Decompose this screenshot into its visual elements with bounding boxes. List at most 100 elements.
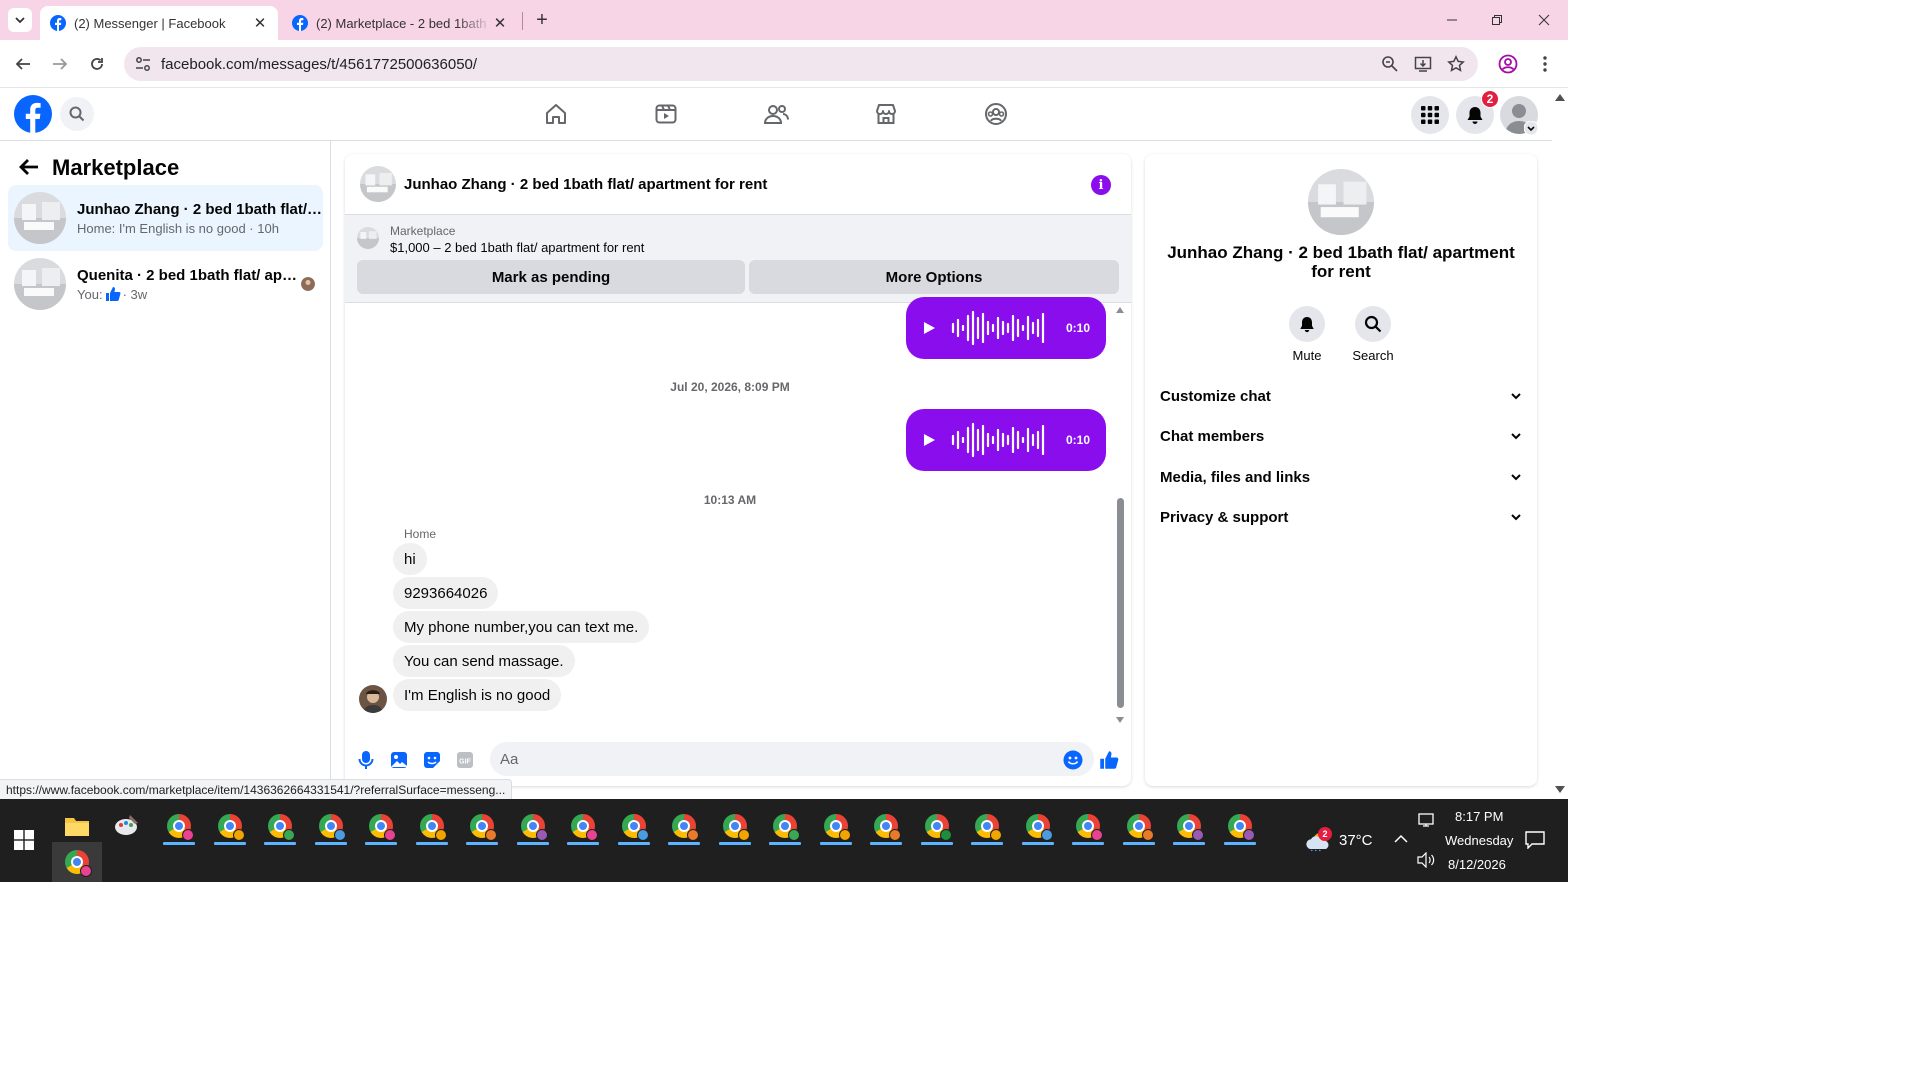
- zoom-icon[interactable]: [1381, 55, 1399, 73]
- notification-center-button[interactable]: [1525, 831, 1545, 849]
- browser-menu-button[interactable]: [1533, 52, 1557, 76]
- listing-thumbnail[interactable]: [357, 227, 379, 249]
- voice-clip-button[interactable]: [355, 749, 377, 771]
- chrome-taskbar-icon[interactable]: [260, 809, 300, 845]
- chrome-taskbar-icon[interactable]: [967, 809, 1007, 845]
- audio-message[interactable]: 0:10: [906, 297, 1106, 359]
- page-scrollbar[interactable]: [1552, 88, 1568, 799]
- chrome-taskbar-icon[interactable]: [1119, 809, 1159, 845]
- close-window-button[interactable]: [1521, 0, 1567, 40]
- chrome-pinned-taskbar-icon[interactable]: [52, 842, 102, 882]
- sender-avatar[interactable]: [359, 685, 387, 713]
- chrome-taskbar-icon[interactable]: [361, 809, 401, 845]
- bookmark-star-icon[interactable]: [1447, 55, 1465, 73]
- play-icon[interactable]: [922, 433, 936, 447]
- nav-marketplace[interactable]: [872, 100, 900, 128]
- chrome-taskbar-icon[interactable]: [462, 809, 502, 845]
- clock-day[interactable]: Wednesday: [1445, 833, 1513, 848]
- gif-button[interactable]: GIF: [454, 749, 476, 771]
- facebook-search-button[interactable]: [60, 97, 94, 131]
- nav-home[interactable]: [542, 100, 570, 128]
- sticker-button[interactable]: [421, 749, 443, 771]
- chat-scrollbar[interactable]: [1114, 303, 1126, 733]
- start-button[interactable]: [14, 830, 34, 850]
- menu-button[interactable]: [1411, 96, 1449, 134]
- conversation-item[interactable]: Junhao Zhang · 2 bed 1bath flat/ apartme…: [8, 185, 323, 251]
- network-icon[interactable]: [1418, 812, 1436, 828]
- chrome-taskbar-icon[interactable]: [917, 809, 957, 845]
- attach-photo-button[interactable]: [388, 749, 410, 771]
- volume-icon[interactable]: [1417, 852, 1435, 868]
- more-options-button[interactable]: More Options: [749, 260, 1119, 294]
- customize-chat-section[interactable]: Customize chat: [1160, 381, 1522, 411]
- mark-as-pending-button[interactable]: Mark as pending: [357, 260, 745, 294]
- incoming-message[interactable]: My phone number,you can text me.: [393, 611, 650, 643]
- nav-friends[interactable]: [762, 100, 790, 128]
- chrome-taskbar-icon[interactable]: [513, 809, 553, 845]
- reload-button[interactable]: [85, 52, 109, 76]
- play-icon[interactable]: [922, 321, 936, 335]
- facebook-logo-icon[interactable]: [14, 95, 52, 133]
- minimize-button[interactable]: [1429, 0, 1475, 40]
- close-tab-icon[interactable]: ✕: [492, 15, 508, 32]
- tab-messenger[interactable]: (2) Messenger | Facebook ✕: [40, 6, 278, 40]
- back-button[interactable]: [11, 52, 35, 76]
- show-hidden-icons-button[interactable]: [1394, 834, 1408, 844]
- close-tab-icon[interactable]: ✕: [252, 15, 268, 32]
- media-files-links-section[interactable]: Media, files and links: [1160, 462, 1522, 492]
- chrome-taskbar-icon[interactable]: [1068, 809, 1108, 845]
- chrome-taskbar-icon[interactable]: [664, 809, 704, 845]
- mute-action[interactable]: Mute: [1277, 306, 1337, 363]
- profile-button[interactable]: [1496, 52, 1520, 76]
- account-chevron-icon[interactable]: [1524, 121, 1538, 135]
- tab-search-button[interactable]: [8, 8, 32, 32]
- search-action[interactable]: Search: [1343, 306, 1403, 363]
- chrome-taskbar-icon[interactable]: [159, 809, 199, 845]
- incoming-message[interactable]: I'm English is no good: [393, 679, 562, 711]
- send-like-button[interactable]: [1098, 749, 1120, 771]
- info-icon[interactable]: i: [1091, 175, 1111, 195]
- message-input[interactable]: Aa: [490, 742, 1094, 776]
- chrome-taskbar-icon[interactable]: [614, 809, 654, 845]
- chat-avatar[interactable]: [360, 166, 396, 202]
- listing-price-title[interactable]: $1,000 – 2 bed 1bath flat/ apartment for…: [390, 240, 644, 255]
- chat-title[interactable]: Junhao Zhang · 2 bed 1bath flat/ apartme…: [404, 176, 767, 193]
- chrome-taskbar-icon[interactable]: [1220, 809, 1260, 845]
- clock-time[interactable]: 8:17 PM: [1455, 809, 1503, 824]
- chat-members-section[interactable]: Chat members: [1160, 421, 1522, 451]
- tab-marketplace[interactable]: (2) Marketplace - 2 bed 1bath flat ✕: [282, 6, 518, 40]
- chrome-taskbar-icon[interactable]: [866, 809, 906, 845]
- paint-taskbar-icon[interactable]: [107, 809, 147, 843]
- audio-message[interactable]: 0:10: [906, 409, 1106, 471]
- conversation-item[interactable]: Quenita · 2 bed 1bath flat/ apartment fo…: [8, 251, 323, 317]
- site-settings-icon[interactable]: [134, 55, 152, 73]
- profile-avatar[interactable]: [1308, 169, 1374, 235]
- listing-label: Marketplace: [390, 224, 456, 238]
- chrome-taskbar-icon[interactable]: [715, 809, 755, 845]
- arrow-left-icon[interactable]: [18, 157, 40, 177]
- clock-date[interactable]: 8/12/2026: [1448, 857, 1506, 872]
- install-app-icon[interactable]: [1414, 55, 1432, 73]
- nav-groups[interactable]: [982, 100, 1010, 128]
- chrome-taskbar-icon[interactable]: [563, 809, 603, 845]
- chrome-taskbar-icon[interactable]: [765, 809, 805, 845]
- nav-video[interactable]: [652, 100, 680, 128]
- incoming-message[interactable]: You can send massage.: [393, 645, 575, 677]
- chrome-taskbar-icon[interactable]: [311, 809, 351, 845]
- file-explorer-taskbar-icon[interactable]: [57, 809, 97, 843]
- forward-button[interactable]: [48, 52, 72, 76]
- incoming-message[interactable]: 9293664026: [393, 577, 499, 609]
- privacy-support-section[interactable]: Privacy & support: [1160, 502, 1522, 532]
- scrollbar-thumb[interactable]: [1117, 498, 1124, 708]
- chrome-taskbar-icon[interactable]: [1169, 809, 1209, 845]
- chrome-taskbar-icon[interactable]: [210, 809, 250, 845]
- address-bar[interactable]: facebook.com/messages/t/4561772500636050…: [124, 47, 1478, 81]
- emoji-button[interactable]: [1062, 749, 1084, 771]
- new-tab-button[interactable]: +: [530, 8, 554, 32]
- chrome-icon: [1025, 814, 1053, 841]
- chrome-taskbar-icon[interactable]: [816, 809, 856, 845]
- chrome-taskbar-icon[interactable]: [412, 809, 452, 845]
- incoming-message[interactable]: hi: [393, 543, 427, 575]
- restore-button[interactable]: [1474, 0, 1520, 40]
- chrome-taskbar-icon[interactable]: [1018, 809, 1058, 845]
